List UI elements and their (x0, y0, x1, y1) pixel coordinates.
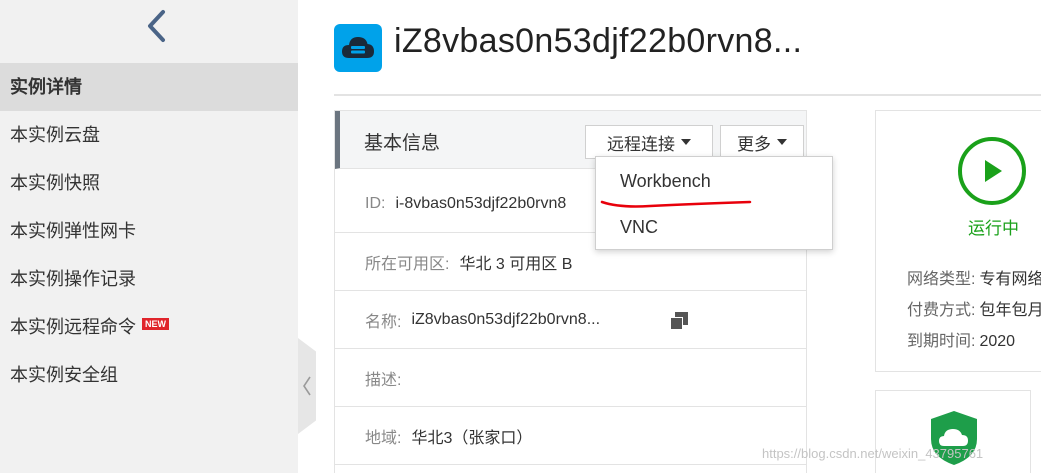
menu-item-workbench[interactable]: Workbench (596, 159, 832, 203)
id-label: ID: (365, 194, 386, 212)
sidebar-item-label: 实例详情 (10, 77, 82, 97)
remote-connect-button[interactable]: 远程连接 (585, 125, 713, 159)
remote-connect-label: 远程连接 (607, 134, 675, 154)
name-label: 名称: (365, 313, 402, 331)
running-status-icon (958, 137, 1026, 205)
sidebar-collapse-handle[interactable] (298, 338, 316, 434)
billing-label: 付费方式: (907, 302, 976, 319)
caret-down-icon (681, 139, 691, 145)
sidebar: 实例详情 本实例云盘 本实例快照 本实例弹性网卡 本实例操作记录 本实例远程命令… (0, 0, 298, 473)
instance-status-card: 运行中 网络类型: 专有网络 付费方式: 包年包月 到期时间: 2020 (875, 110, 1041, 372)
description-label: 描述: (365, 371, 402, 389)
network-type-label: 网络类型: (907, 271, 976, 288)
sidebar-item-operation-logs[interactable]: 本实例操作记录 (0, 255, 298, 303)
billing-row: 付费方式: 包年包月 (907, 296, 1041, 320)
sidebar-item-label: 本实例弹性网卡 (10, 221, 136, 241)
more-label: 更多 (737, 134, 771, 154)
sidebar-item-label: 本实例远程命令 (10, 317, 136, 337)
new-badge: NEW (142, 318, 169, 330)
menu-item-vnc[interactable]: VNC (596, 205, 832, 249)
header-divider (334, 94, 1041, 96)
sidebar-item-remote-commands[interactable]: 本实例远程命令 NEW (0, 303, 298, 351)
info-row-name: 名称: iZ8vbas0n53djf22b0rvn8... (335, 291, 806, 349)
billing-value: 包年包月 (979, 302, 1041, 319)
sidebar-item-label: 本实例快照 (10, 173, 100, 193)
sidebar-item-network-interfaces[interactable]: 本实例弹性网卡 (0, 207, 298, 255)
name-value: iZ8vbas0n53djf22b0rvn8... (411, 310, 601, 328)
watermark-text: https://blog.csdn.net/weixin_43795761 (762, 446, 984, 461)
chevron-left-icon (303, 376, 311, 396)
play-icon (985, 160, 1002, 182)
remote-connect-menu: Workbench VNC (595, 156, 833, 250)
info-row-description: 描述: (335, 349, 806, 407)
region-label: 地域: (365, 429, 402, 447)
basic-info-title: 基本信息 (364, 133, 441, 154)
copy-icon[interactable] (668, 310, 690, 332)
sidebar-item-label: 本实例安全组 (10, 365, 118, 385)
chevron-left-icon (148, 10, 165, 42)
page-title: iZ8vbas0n53djf22b0rvn8... (394, 22, 803, 60)
expiry-label: 到期时间: (907, 333, 976, 350)
sidebar-item-label: 本实例操作记录 (10, 269, 136, 289)
id-value: i-8vbas0n53djf22b0rvn8 (395, 194, 567, 212)
network-type-value: 专有网络 (979, 271, 1041, 288)
status-text: 运行中 (968, 219, 1019, 238)
network-type-row: 网络类型: 专有网络 (907, 265, 1041, 289)
sidebar-item-security-groups[interactable]: 本实例安全组 (0, 351, 298, 399)
sidebar-item-label: 本实例云盘 (10, 125, 100, 145)
ecs-instance-icon (334, 24, 382, 72)
expiry-value: 2020 (979, 333, 1016, 350)
sidebar-item-instance-details[interactable]: 实例详情 (0, 63, 298, 111)
zone-value: 华北 3 可用区 B (459, 255, 573, 273)
sidebar-item-disks[interactable]: 本实例云盘 (0, 111, 298, 159)
zone-label: 所在可用区: (365, 255, 450, 273)
region-value: 华北3（张家口） (411, 429, 533, 447)
expiry-row: 到期时间: 2020 (907, 327, 1015, 351)
caret-down-icon (777, 139, 787, 145)
back-button[interactable] (140, 8, 172, 44)
info-row-region: 地域: 华北3（张家口） (335, 407, 806, 465)
sidebar-item-snapshots[interactable]: 本实例快照 (0, 159, 298, 207)
more-button[interactable]: 更多 (720, 125, 804, 159)
